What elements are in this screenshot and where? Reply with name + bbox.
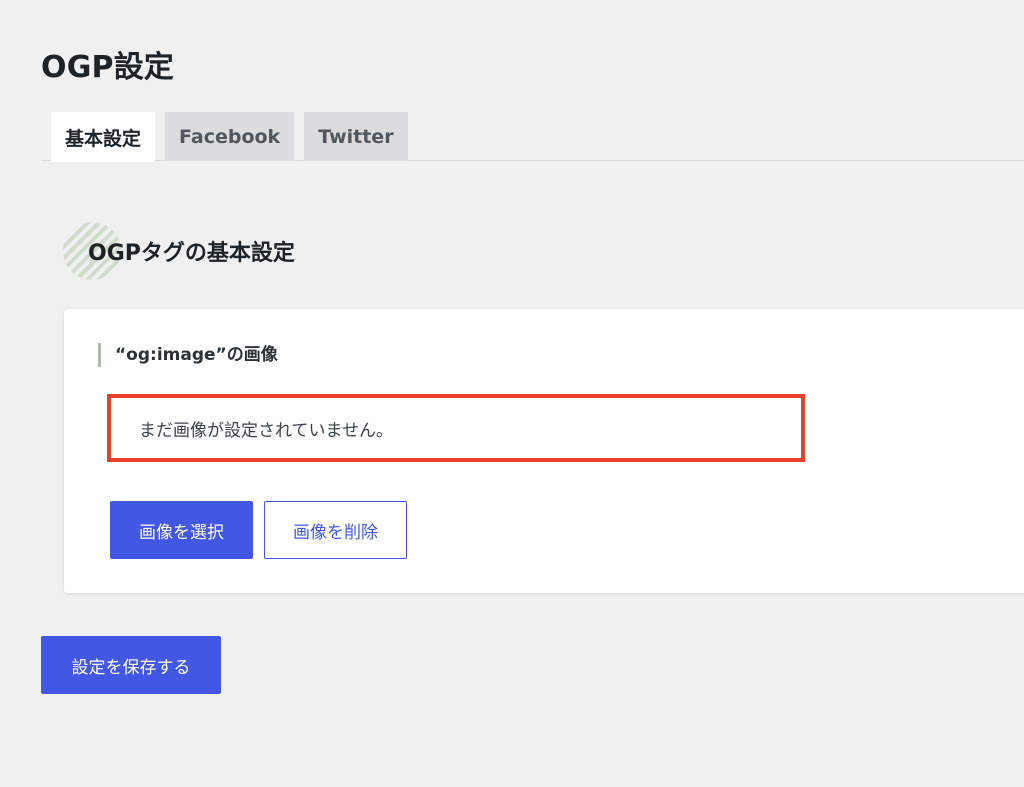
settings-tabs: 基本設定 Facebook Twitter [41,112,1024,162]
section-heading-text: OGPタグの基本設定 [88,241,295,266]
image-status-text: まだ画像が設定されていません。 [139,420,393,441]
tab-facebook[interactable]: Facebook [165,112,295,161]
og-image-card: “og:image”の画像 まだ画像が設定されていません。 画像を選択 画像を削… [64,309,1024,593]
section-heading: OGPタグの基本設定 [63,222,295,280]
page-title: OGP設定 [41,50,175,85]
tab-basic-settings[interactable]: 基本設定 [51,112,156,162]
delete-image-button[interactable]: 画像を削除 [264,501,407,559]
og-image-label: “og:image”の画像 [98,343,278,367]
image-status-box: まだ画像が設定されていません。 [107,394,805,462]
tab-twitter[interactable]: Twitter [304,112,408,161]
save-settings-button[interactable]: 設定を保存する [41,636,221,694]
select-image-button[interactable]: 画像を選択 [110,501,253,559]
